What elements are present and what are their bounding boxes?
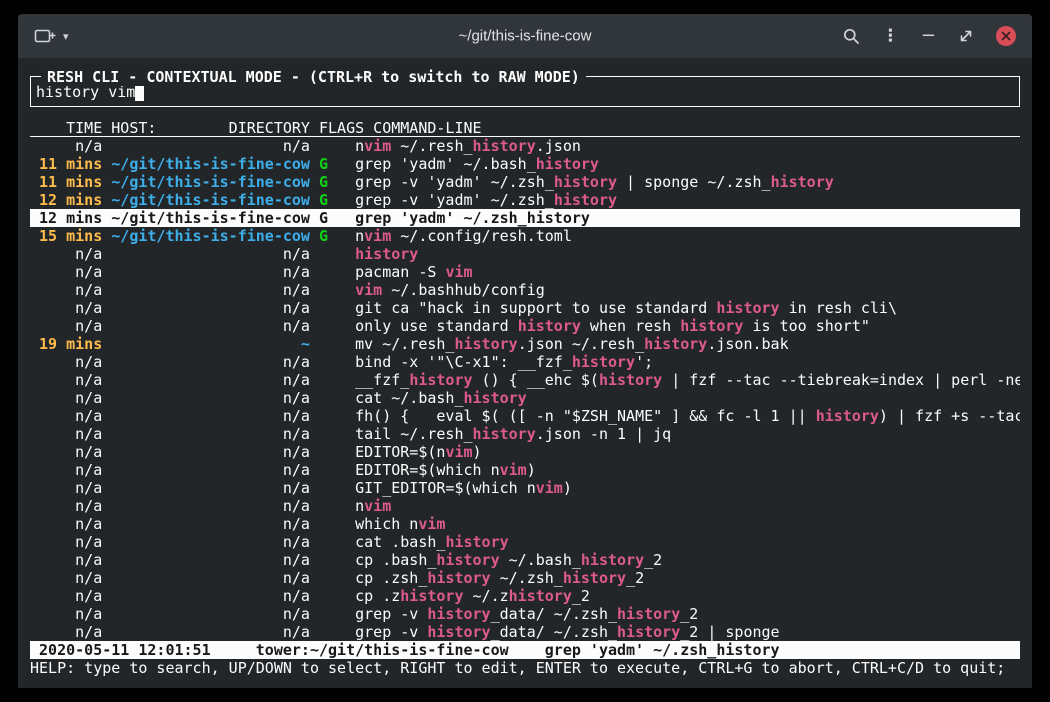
history-row[interactable]: n/a n/a history — [30, 245, 1020, 263]
history-row[interactable]: n/a n/a tail ~/.resh_history.json -n 1 |… — [30, 425, 1020, 443]
history-row[interactable]: n/a n/a cp .zsh_history ~/.zsh_history_2 — [30, 569, 1020, 587]
close-icon — [1001, 31, 1011, 41]
history-row[interactable]: n/a n/a only use standard history when r… — [30, 317, 1020, 335]
history-row[interactable]: n/a n/a pacman -S vim — [30, 263, 1020, 281]
menu-button[interactable]: ⋮ — [882, 28, 899, 45]
history-row-selected[interactable]: 12 mins ~/git/this-is-fine-cow G grep 'y… — [30, 209, 1020, 227]
status-bar: 2020-05-11 12:01:51 tower:~/git/this-is-… — [30, 641, 1020, 659]
close-button[interactable] — [996, 26, 1016, 46]
history-row[interactable]: n/a n/a vim ~/.bashhub/config — [30, 281, 1020, 299]
titlebar: ▾ ~/git/this-is-fine-cow ⋮ − — [18, 14, 1032, 58]
new-tab-icon — [34, 27, 56, 45]
resh-search-box: RESH CLI - CONTEXTUAL MODE - (CTRL+R to … — [30, 76, 1020, 107]
minimize-button[interactable]: − — [921, 27, 936, 45]
help-line: HELP: type to search, UP/DOWN to select,… — [30, 659, 1020, 677]
window-title: ~/git/this-is-fine-cow — [459, 28, 592, 45]
history-row[interactable]: n/a n/a __fzf_history () { __ehc $(histo… — [30, 371, 1020, 389]
terminal-content: RESH CLI - CONTEXTUAL MODE - (CTRL+R to … — [18, 58, 1032, 688]
new-tab-button[interactable] — [34, 27, 56, 45]
history-row[interactable]: n/a n/a cat .bash_history — [30, 533, 1020, 551]
terminal-window: ▾ ~/git/this-is-fine-cow ⋮ − — [18, 14, 1032, 688]
kebab-menu-icon: ⋮ — [882, 28, 899, 45]
history-row[interactable]: n/a n/a which nvim — [30, 515, 1020, 533]
history-row[interactable]: n/a n/a git ca "hack in support to use s… — [30, 299, 1020, 317]
resh-mode-title: RESH CLI - CONTEXTUAL MODE - (CTRL+R to … — [41, 68, 586, 86]
history-row[interactable]: n/a n/a cp .bash_history ~/.bash_history… — [30, 551, 1020, 569]
search-button[interactable] — [842, 27, 860, 45]
history-row[interactable]: n/a n/a GIT_EDITOR=$(which nvim) — [30, 479, 1020, 497]
history-row[interactable]: n/a n/a EDITOR=$(nvim) — [30, 443, 1020, 461]
history-header: TIME HOST: DIRECTORY FLAGS COMMAND-LINE — [30, 119, 1020, 137]
minimize-icon: − — [921, 27, 936, 45]
history-row[interactable]: 11 mins ~/git/this-is-fine-cow G grep 'y… — [30, 155, 1020, 173]
chevron-down-icon: ▾ — [63, 30, 69, 43]
maximize-icon — [958, 28, 974, 44]
search-icon — [842, 27, 860, 45]
history-row[interactable]: n/a n/a cat ~/.bash_history — [30, 389, 1020, 407]
titlebar-left-controls: ▾ — [34, 27, 69, 45]
history-row[interactable]: 11 mins ~/git/this-is-fine-cow G grep -v… — [30, 173, 1020, 191]
history-row[interactable]: n/a n/a grep -v history_data/ ~/.zsh_his… — [30, 605, 1020, 623]
history-row[interactable]: n/a n/a cp .zhistory ~/.zhistory_2 — [30, 587, 1020, 605]
history-row[interactable]: n/a n/a nvim — [30, 497, 1020, 515]
history-row[interactable]: n/a n/a EDITOR=$(which nvim) — [30, 461, 1020, 479]
history-rows: n/a n/a nvim ~/.resh_history.json 11 min… — [30, 137, 1020, 641]
titlebar-right-controls: ⋮ − — [842, 26, 1016, 46]
history-row[interactable]: 19 mins ~ mv ~/.resh_history.json ~/.res… — [30, 335, 1020, 353]
history-row[interactable]: n/a n/a bind -x '"\C-x1": __fzf_history'… — [30, 353, 1020, 371]
text-cursor — [135, 85, 144, 101]
history-row[interactable]: n/a n/a grep -v history_data/ ~/.zsh_his… — [30, 623, 1020, 641]
history-row[interactable]: n/a n/a nvim ~/.resh_history.json — [30, 137, 1020, 155]
maximize-button[interactable] — [958, 28, 974, 44]
new-tab-dropdown-button[interactable]: ▾ — [63, 30, 69, 43]
history-row[interactable]: 12 mins ~/git/this-is-fine-cow G grep -v… — [30, 191, 1020, 209]
history-row[interactable]: n/a n/a fh() { eval $( ([ -n "$ZSH_NAME"… — [30, 407, 1020, 425]
history-row[interactable]: 15 mins ~/git/this-is-fine-cow G nvim ~/… — [30, 227, 1020, 245]
